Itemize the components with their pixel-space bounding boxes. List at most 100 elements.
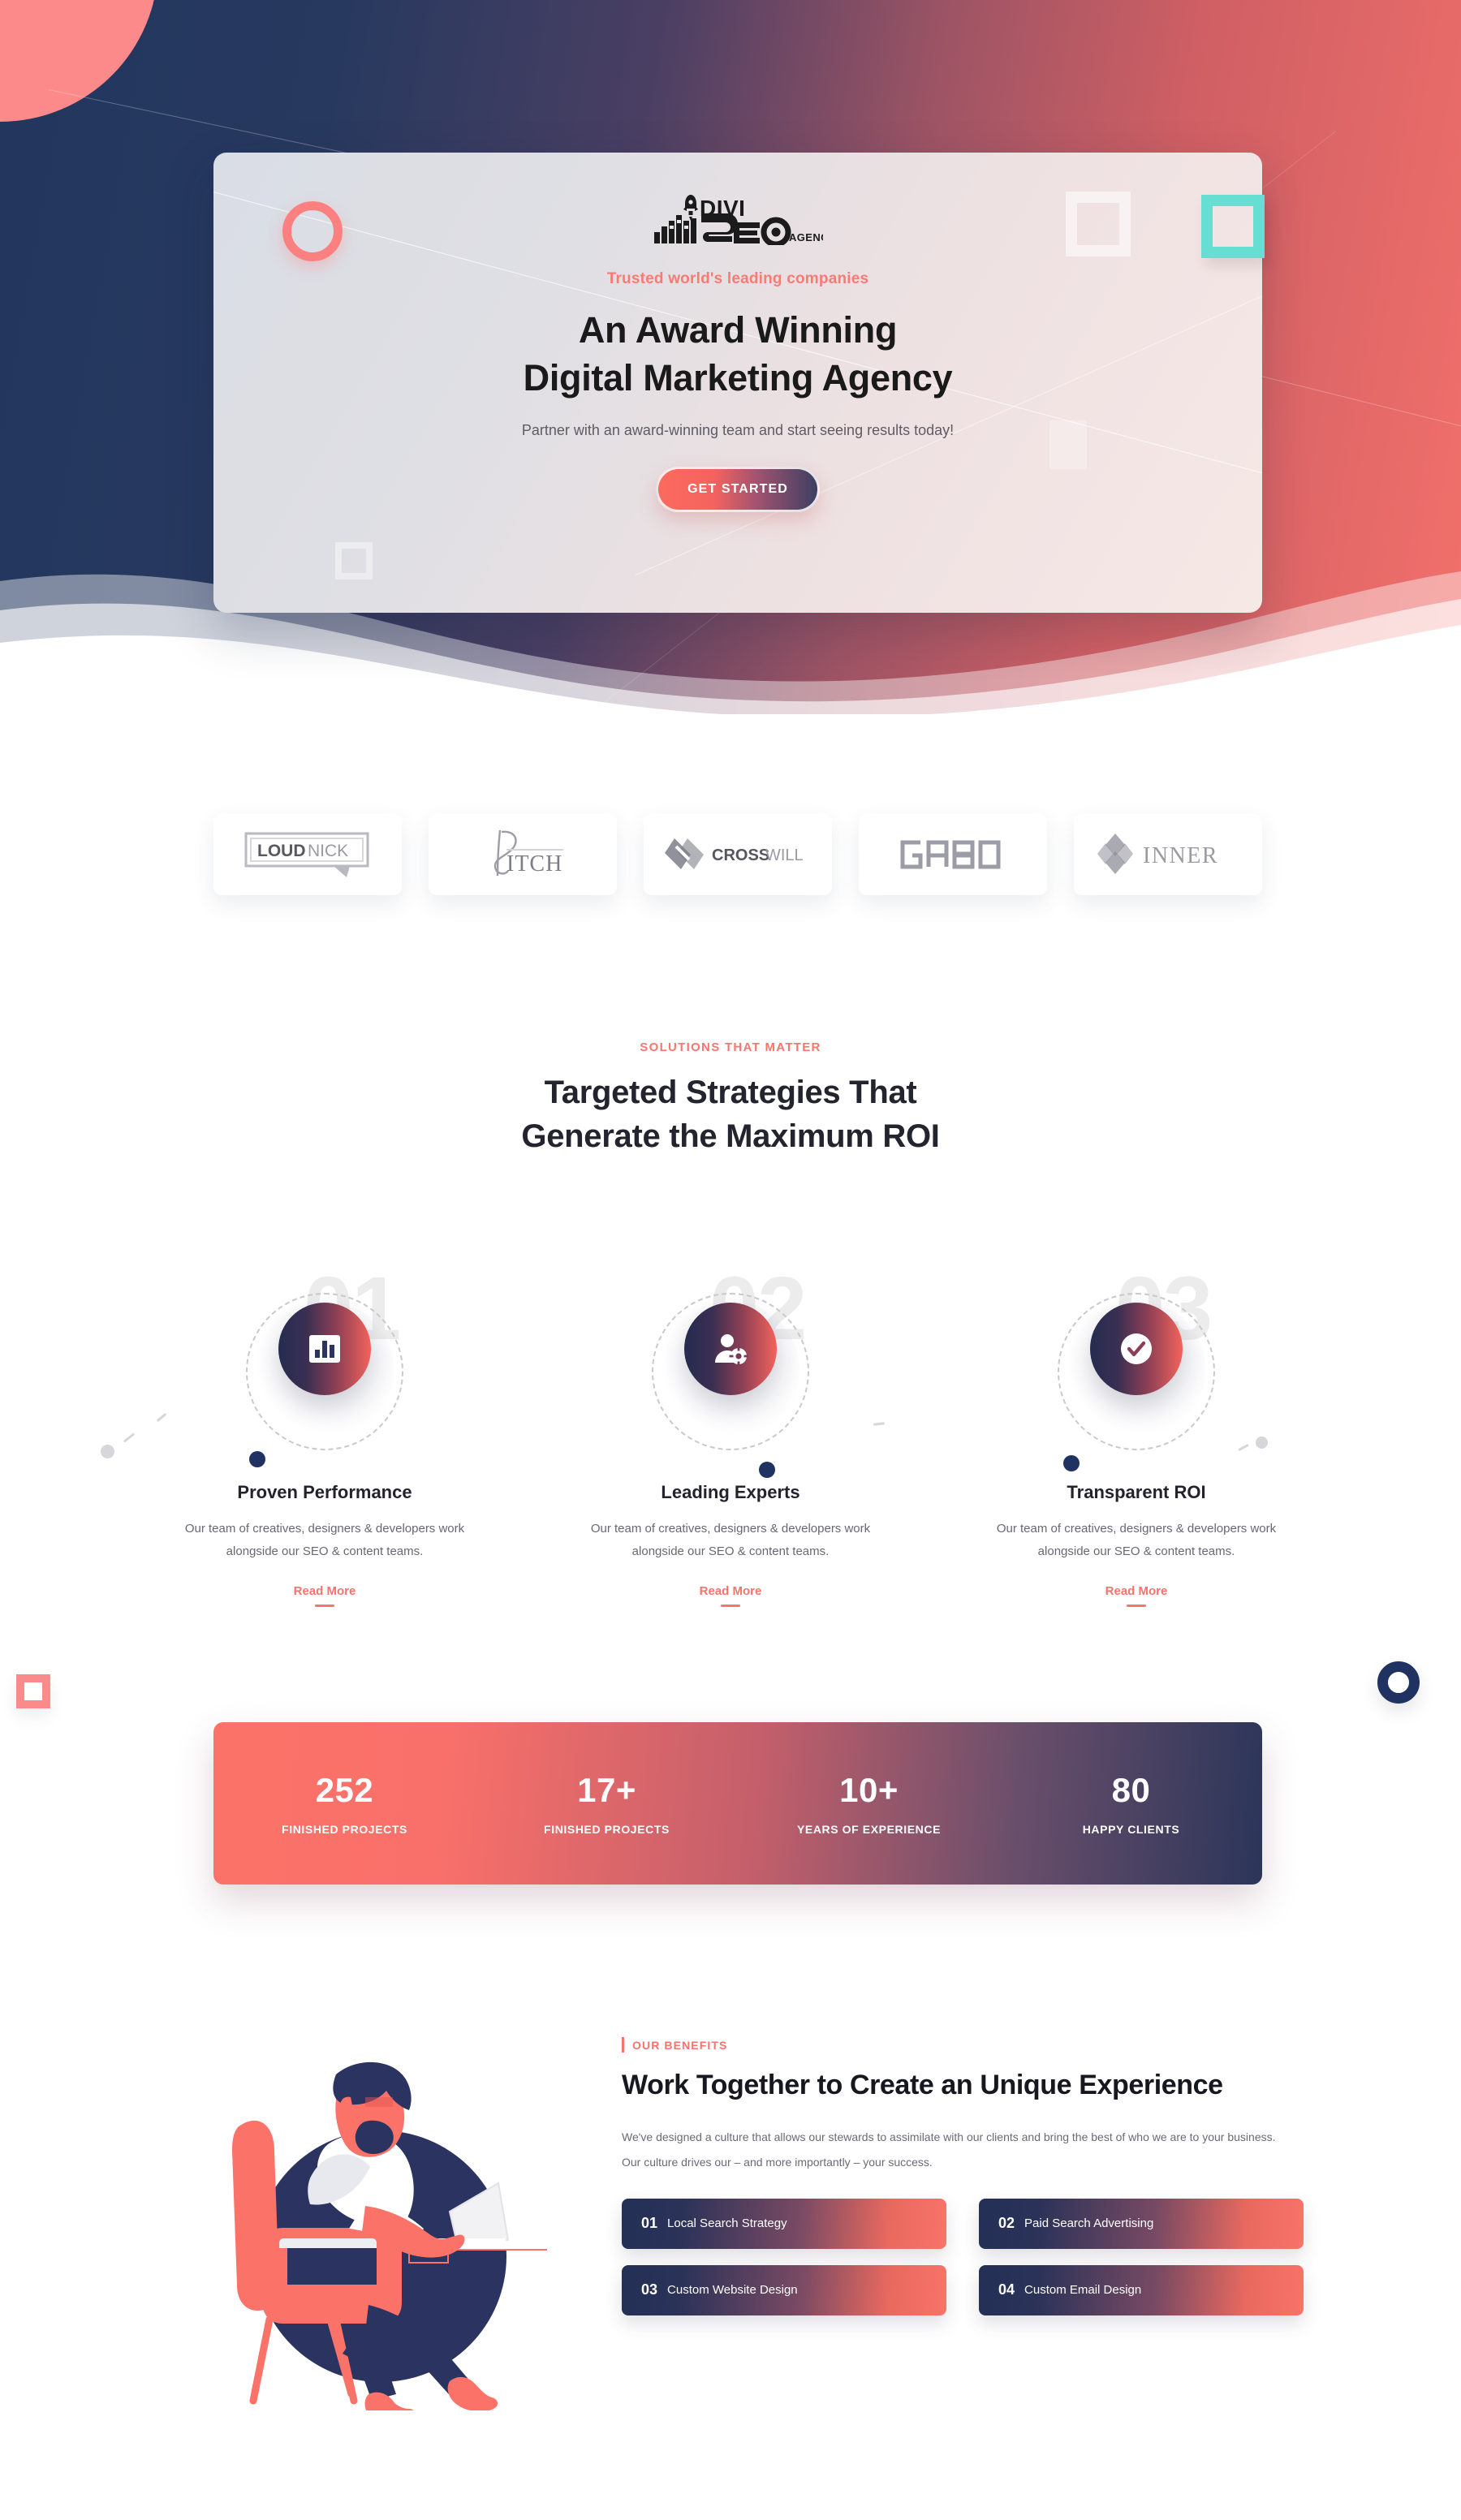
benefits-section: OUR BENEFITS Work Together to Create an … [0, 2037, 1461, 2422]
stat-label: FINISHED PROJECTS [544, 1823, 670, 1836]
divi-seo-agency-logo[interactable]: DIVI AGENCY [653, 192, 823, 245]
benefit-number: 03 [641, 2281, 658, 2298]
decor-ring-navy [1377, 1661, 1420, 1704]
page-title: An Award Winning Digital Marketing Agenc… [213, 306, 1262, 403]
benefit-label: Custom Website Design [667, 2283, 798, 2298]
solution-icon-circle [278, 1303, 371, 1395]
crosswill-logo-icon: CROSS WILL [664, 838, 804, 869]
svg-text:INNER: INNER [1143, 843, 1218, 868]
man-on-chair-with-laptop-illustration [232, 2061, 547, 2422]
section-eyebrow: SOLUTIONS THAT MATTER [640, 1040, 821, 1054]
read-more-link[interactable]: Read More [294, 1584, 356, 1598]
hero-subtitle: Partner with an award-winning team and s… [521, 421, 955, 438]
client-logo-inner[interactable]: INNER [1074, 814, 1262, 895]
svg-text:AGENCY: AGENCY [789, 231, 823, 243]
solution-description: Our team of creatives, designers & devel… [996, 1522, 1277, 1558]
solution-title: Transparent ROI [1067, 1482, 1206, 1502]
benefits-title: Work Together to Create an Unique Experi… [622, 2070, 1223, 2100]
get-started-button[interactable]: GET STARTED [656, 466, 820, 512]
pitch-logo-icon: ITCH [493, 829, 563, 877]
stat-item: 252 FINISHED PROJECTS [213, 1722, 476, 1885]
stats-banner: 252 FINISHED PROJECTS 17+ FINISHED PROJE… [213, 1722, 1262, 1885]
solution-description: Our team of creatives, designers & devel… [184, 1522, 465, 1558]
accent-bar [622, 2037, 624, 2053]
solution-icon-circle [684, 1303, 777, 1395]
solution-card-proven-performance: 01 Proven Performance Our team of c [101, 1254, 528, 1607]
read-more-link[interactable]: Read More [700, 1584, 762, 1598]
decor-dash [1238, 1443, 1249, 1452]
decor-dash [156, 1412, 167, 1423]
check-circle-icon [1121, 1333, 1152, 1364]
stat-item: 10+ YEARS OF EXPERIENCE [738, 1722, 1000, 1885]
benefit-item-custom-website-design[interactable]: 03 Custom Website Design [622, 2264, 946, 2315]
benefit-item-custom-email-design[interactable]: 04 Custom Email Design [979, 2264, 1304, 2315]
stat-number: 80 [1111, 1771, 1151, 1809]
user-gear-icon [715, 1334, 748, 1366]
benefit-number: 02 [998, 2215, 1015, 2232]
solution-description: Our team of creatives, designers & devel… [590, 1522, 871, 1558]
benefit-item-paid-search-advertising[interactable]: 02 Paid Search Advertising [979, 2198, 1304, 2249]
benefits-illustration [206, 2037, 580, 2422]
hero-card: DIVI AGENCY [213, 153, 1262, 613]
read-more-underline [315, 1604, 334, 1607]
stat-item: 17+ FINISHED PROJECTS [476, 1722, 738, 1885]
benefit-number: 01 [641, 2215, 658, 2232]
client-logo-crosswill[interactable]: CROSS WILL [644, 814, 832, 895]
decor-square-coral [16, 1674, 50, 1708]
landing-page: DIVI AGENCY [0, 0, 1461, 2520]
benefit-item-local-search-strategy[interactable]: 01 Local Search Strategy [622, 2198, 946, 2249]
bar-chart-icon [309, 1335, 340, 1363]
benefits-eyebrow: OUR BENEFITS [632, 2038, 728, 2052]
stat-label: FINISHED PROJECTS [282, 1823, 407, 1836]
client-logos-row: LOUD NICK ITCH CROSS WILL INNER [213, 814, 1262, 895]
stat-item: 80 HAPPY CLIENTS [1000, 1722, 1262, 1885]
solution-card-media: 01 [101, 1254, 528, 1477]
decor-dash [123, 1432, 136, 1443]
hero-title-line-1: An Award Winning [578, 309, 898, 351]
decor-dot [1256, 1437, 1268, 1449]
hero-eyebrow: Trusted world's leading companies [606, 270, 869, 287]
hero-section: DIVI AGENCY [0, 0, 1461, 714]
benefits-list: 01 Local Search Strategy 02 Paid Search … [622, 2198, 1304, 2315]
section-title: Targeted Strategies That Generate the Ma… [0, 1070, 1461, 1158]
decor-square-teal [1201, 195, 1265, 258]
stat-number: 252 [315, 1771, 374, 1809]
svg-text:NICK: NICK [308, 842, 348, 860]
read-more-underline [1127, 1604, 1146, 1607]
decor-orbit-dot [759, 1462, 775, 1478]
logo-mark-icon: DIVI AGENCY [654, 195, 823, 245]
read-more-link[interactable]: Read More [1105, 1584, 1168, 1598]
benefit-number: 04 [998, 2281, 1015, 2298]
section-title-line-2: Generate the Maximum ROI [521, 1118, 940, 1154]
stat-number: 17+ [577, 1771, 636, 1809]
solutions-heading: SOLUTIONS THAT MATTER Targeted Strategie… [0, 1040, 1461, 1158]
stat-label: YEARS OF EXPERIENCE [796, 1823, 942, 1836]
solution-card-media: 03 [933, 1254, 1339, 1477]
read-more-underline [721, 1604, 740, 1607]
inner-logo-icon: INNER [1097, 834, 1218, 874]
benefit-label: Paid Search Advertising [1024, 2216, 1154, 2231]
svg-text:ITCH: ITCH [506, 851, 562, 877]
solution-card-leading-experts: 02 [528, 1254, 933, 1607]
decor-square-ghost [335, 542, 373, 579]
client-logo-loudnick[interactable]: LOUD NICK [213, 814, 402, 895]
gabo-logo-icon [900, 840, 1001, 869]
stat-number: 10+ [839, 1771, 899, 1809]
solution-card-media: 02 [528, 1254, 933, 1478]
svg-text:WILL: WILL [765, 846, 804, 864]
decor-dash [873, 1422, 886, 1426]
solution-icon-circle [1090, 1303, 1183, 1395]
section-title-line-1: Targeted Strategies That [544, 1075, 917, 1110]
client-logo-gabo[interactable] [859, 814, 1047, 895]
loudnick-logo-icon: LOUD NICK [244, 832, 369, 877]
solution-title: Proven Performance [237, 1482, 412, 1502]
decor-orbit-dot [1063, 1455, 1080, 1471]
benefit-label: Local Search Strategy [667, 2216, 787, 2231]
svg-text:LOUD: LOUD [257, 842, 306, 860]
hero-title-line-2: Digital Marketing Agency [523, 357, 953, 399]
benefits-description: We've designed a culture that allows our… [622, 2130, 1276, 2169]
svg-text:CROSS: CROSS [712, 846, 769, 864]
benefit-label: Custom Email Design [1024, 2283, 1142, 2298]
solutions-cards: 01 Proven Performance Our team of c [101, 1254, 1339, 1607]
client-logo-pitch[interactable]: ITCH [429, 814, 617, 895]
